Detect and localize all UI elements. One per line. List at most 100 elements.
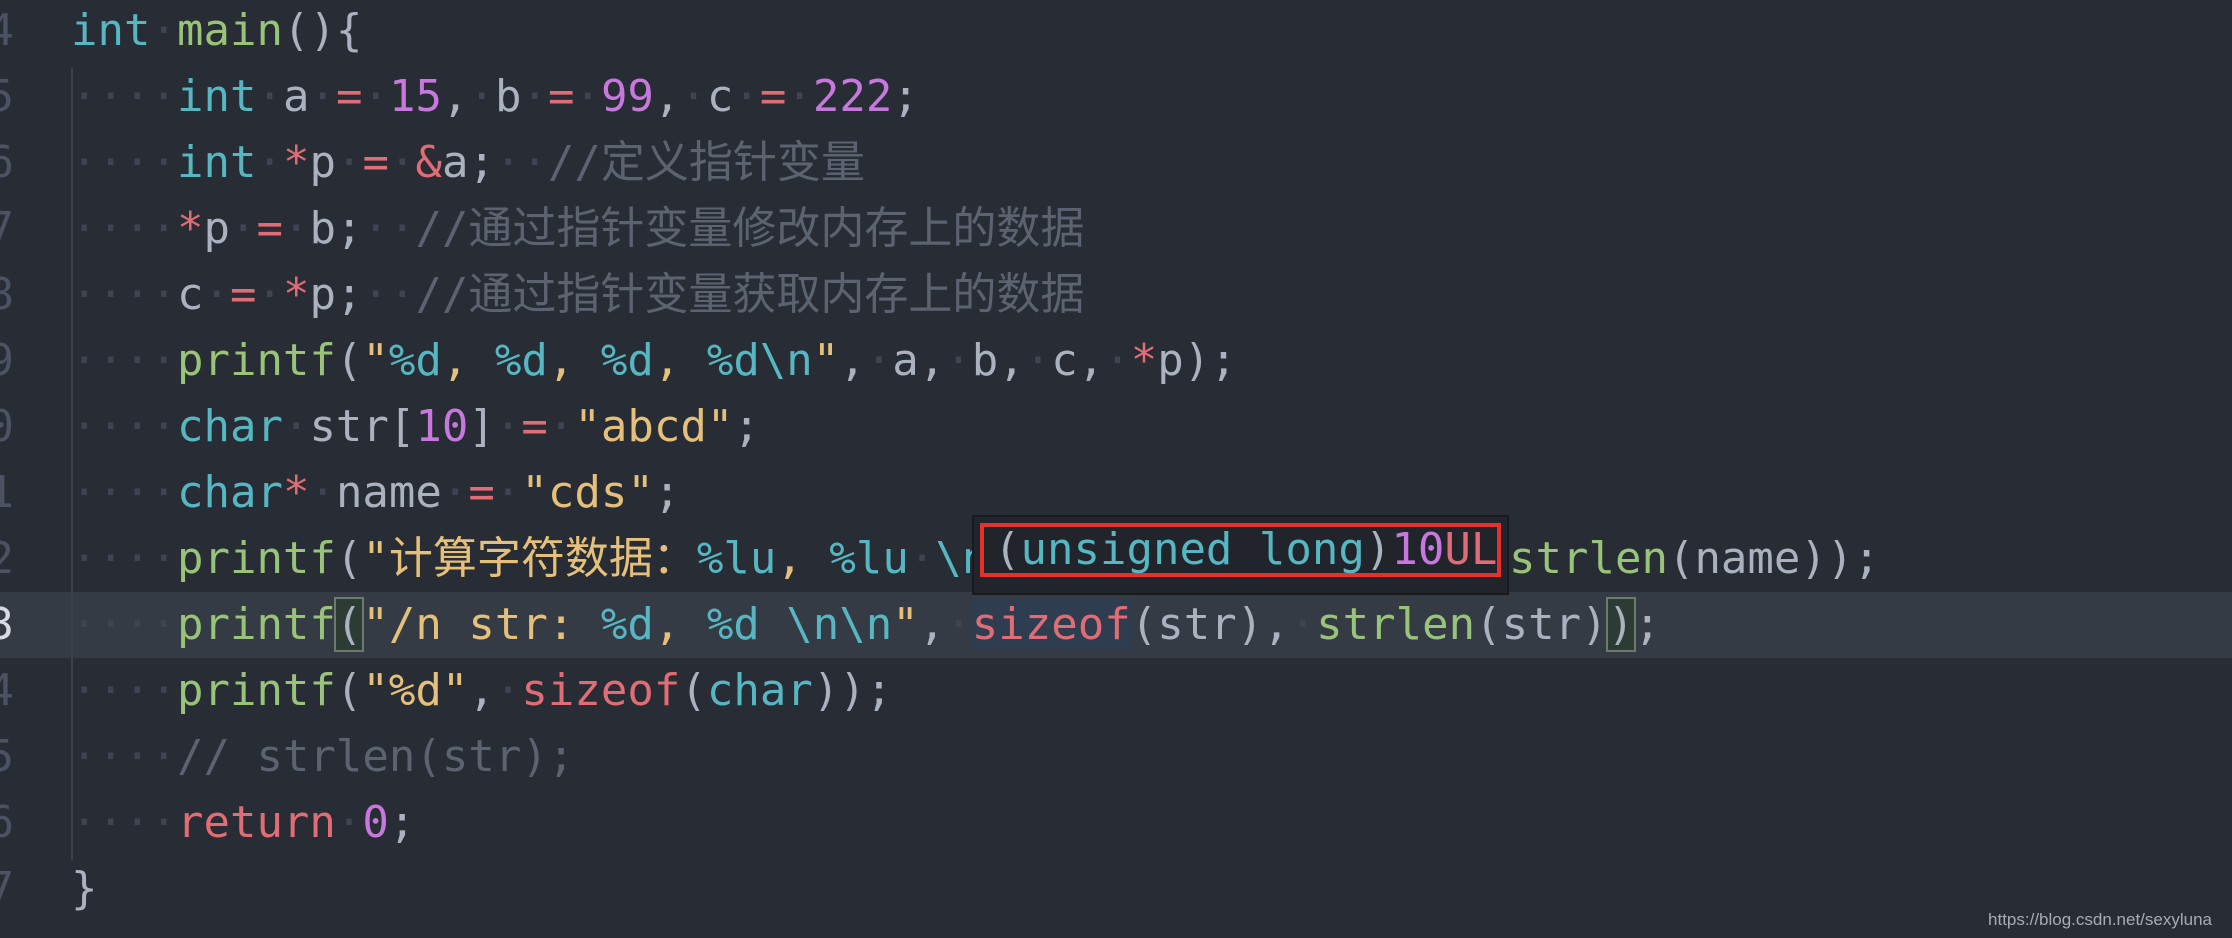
code-token: //通过指针变量获取内存上的数据 <box>415 269 1085 320</box>
code-token: ( <box>335 335 363 386</box>
code-token: int <box>176 71 257 122</box>
code-line[interactable]: 9 ····printf("%d, %d, %d, %d\n",·a,·b,·c,… <box>0 328 2232 394</box>
line-number[interactable]: 15 <box>0 724 14 790</box>
whitespace: ·· <box>494 137 548 188</box>
whitespace: · <box>441 467 469 518</box>
code-line[interactable]: 16 ····return·0; <box>0 790 2232 856</box>
line-number[interactable]: 8 <box>0 262 14 328</box>
line-number[interactable]: 7 <box>0 196 14 262</box>
code-token: ; <box>653 467 681 518</box>
code-token: 0 <box>362 797 389 848</box>
code-line[interactable]: 4 int·main(){ <box>0 0 2232 64</box>
whitespace: · <box>865 335 893 386</box>
code-token: ; <box>388 797 416 848</box>
whitespace: · <box>335 137 363 188</box>
code-line[interactable]: 7 ····*p·=·b;··//通过指针变量修改内存上的数据 <box>0 196 2232 262</box>
code-text: ····printf("计算字符数据：%lu, %lu·\n <box>71 526 988 592</box>
code-token: & <box>415 137 442 188</box>
line-number[interactable]: 14 <box>0 658 14 724</box>
code-token: "计算字符数据： <box>362 533 697 584</box>
code-token: p; <box>309 269 363 320</box>
code-token: printf <box>176 599 336 650</box>
line-number[interactable]: 17 <box>0 856 14 922</box>
code-token: , <box>441 71 469 122</box>
line-number[interactable]: 10 <box>0 394 14 460</box>
code-token: * <box>282 467 310 518</box>
line-number[interactable]: 11 <box>0 460 14 526</box>
code-token: ( <box>335 533 363 584</box>
code-token: name <box>335 467 442 518</box>
line-number[interactable]: 16 <box>0 790 14 856</box>
code-token: , <box>776 533 830 584</box>
code-token: = <box>521 401 548 452</box>
code-token: ( <box>333 597 365 652</box>
whitespace: · <box>282 401 310 452</box>
code-token: " <box>812 335 840 386</box>
indent-whitespace: ···· <box>71 599 177 650</box>
whitespace: · <box>256 137 283 188</box>
code-token: = <box>229 269 257 320</box>
code-token: ) <box>1364 524 1392 575</box>
code-text: ····return·0; <box>71 790 415 856</box>
code-token: 99 <box>600 71 654 122</box>
code-line[interactable]: 13····printf("/n str: %d, %d \n\n",·size… <box>0 592 2232 658</box>
line-number[interactable]: 4 <box>0 0 14 64</box>
indent-whitespace: ···· <box>71 401 177 452</box>
code-text: ····char·str[10]·=·"abcd"; <box>71 394 760 460</box>
whitespace: · <box>150 5 177 56</box>
code-token: unsigned long <box>1020 524 1365 575</box>
code-token: strlen <box>1316 599 1476 650</box>
code-line[interactable]: 6 ····int·*p·=·&a;··//定义指针变量 <box>0 130 2232 196</box>
code-token: , <box>547 335 601 386</box>
code-token: char <box>176 401 283 452</box>
indent-whitespace: ···· <box>71 467 177 518</box>
line-number[interactable]: 12 <box>0 526 14 592</box>
code-token: printf <box>176 665 336 716</box>
code-line[interactable]: 10····char·str[10]·=·"abcd"; <box>0 394 2232 460</box>
code-line[interactable]: 5 ····int·a·=·15,·b·=·99,·c·=·222; <box>0 64 2232 130</box>
whitespace: · <box>945 335 972 386</box>
code-text: ····int·a·=·15,·b·=·99,·c·=·222; <box>71 64 919 130</box>
code-token: // strlen(str); <box>176 731 575 782</box>
code-token: , <box>918 599 946 650</box>
whitespace: ·· <box>362 203 416 254</box>
code-token: , <box>839 335 866 386</box>
line-number[interactable]: 6 <box>0 130 14 196</box>
code-token: //通过指针变量修改内存上的数据 <box>415 203 1085 254</box>
code-text: ····// strlen(str); <box>71 724 574 790</box>
code-token: " <box>362 335 389 386</box>
code-token: , <box>441 335 495 386</box>
code-token: (str) <box>1475 599 1608 650</box>
line-number[interactable]: 5 <box>0 64 14 130</box>
indent-whitespace: ···· <box>71 71 177 122</box>
code-line[interactable]: 15 ····// strlen(str); <box>0 724 2232 790</box>
code-token: ; <box>892 71 919 122</box>
code-token: ( <box>680 665 707 716</box>
code-token: \n\n <box>786 599 893 650</box>
whitespace: · <box>203 269 230 320</box>
line-number[interactable]: 9 <box>0 328 14 394</box>
code-token: %d\n <box>706 335 813 386</box>
line-number[interactable]: 13 <box>0 592 14 658</box>
whitespace: · <box>468 71 495 122</box>
code-token: , <box>653 335 707 386</box>
code-token: strlen <box>1509 533 1668 584</box>
code-text: } <box>71 856 98 922</box>
code-token: ] <box>468 401 495 452</box>
code-line[interactable]: 8 ····c·=·*p;··//通过指针变量获取内存上的数据 <box>0 262 2232 328</box>
code-line[interactable]: 14····printf("%d",·sizeof(char)); <box>0 658 2232 724</box>
code-token: = <box>335 71 363 122</box>
whitespace: · <box>282 203 310 254</box>
whitespace: · <box>256 269 283 320</box>
indent-whitespace: ···· <box>71 731 177 782</box>
code-token: = <box>547 71 575 122</box>
code-line[interactable]: 17} <box>0 856 2232 922</box>
code-token: 10 <box>415 401 469 452</box>
whitespace: · <box>494 665 522 716</box>
code-token: p); <box>1157 335 1237 386</box>
code-token: str[ <box>309 401 416 452</box>
code-token: p <box>203 203 230 254</box>
code-token: %lu <box>696 533 777 584</box>
code-token: "abcd" <box>574 401 734 452</box>
whitespace: · <box>256 71 283 122</box>
